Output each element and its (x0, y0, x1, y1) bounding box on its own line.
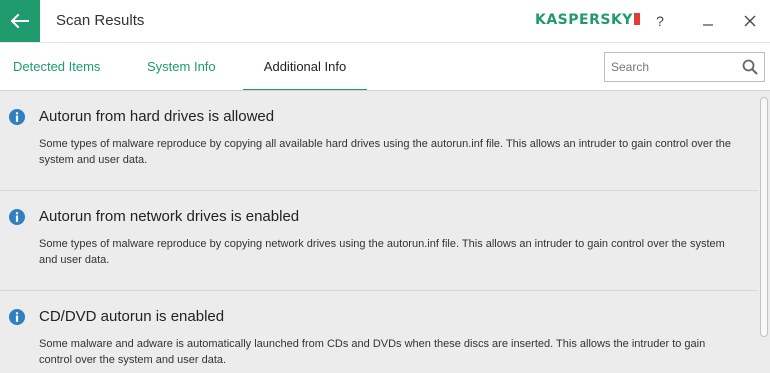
window-title: Scan Results (56, 12, 145, 29)
search-input[interactable] (605, 53, 745, 81)
search-box (604, 52, 765, 82)
item-description: Some types of malware reproduce by copyi… (39, 138, 731, 166)
help-button[interactable]: ? (650, 10, 670, 32)
search-icon[interactable] (742, 59, 758, 75)
back-button[interactable] (0, 0, 40, 42)
list-item: Autorun from hard drives is allowed Some… (0, 91, 758, 191)
item-title: Autorun from network drives is enabled (39, 208, 300, 225)
list-item: Autorun from network drives is enabled S… (0, 191, 758, 291)
item-description: Some malware and adware is automatically… (39, 338, 706, 366)
close-icon (744, 15, 756, 27)
scrollbar-thumb[interactable] (760, 97, 768, 337)
info-icon (9, 109, 25, 125)
list-item: CD/DVD autorun is enabled Some malware a… (0, 291, 758, 373)
close-button[interactable] (740, 10, 760, 32)
minimize-icon (703, 24, 713, 26)
tab-additional-info[interactable]: Additional Info (243, 43, 367, 91)
item-description: Some types of malware reproduce by copyi… (39, 238, 725, 266)
item-title: Autorun from hard drives is allowed (39, 108, 275, 125)
brand-lab-mark (633, 13, 640, 25)
item-title: CD/DVD autorun is enabled (39, 308, 225, 325)
results-list: Autorun from hard drives is allowed Some… (0, 90, 770, 373)
vertical-scrollbar[interactable] (758, 91, 770, 373)
tab-bar: Detected Items System Info Additional In… (0, 42, 770, 91)
info-icon (9, 309, 25, 325)
minimize-button[interactable] (698, 10, 718, 32)
tab-system-info[interactable]: System Info (147, 43, 216, 91)
brand-name: KASPERSKY (535, 12, 633, 28)
info-icon (9, 209, 25, 225)
tab-detected-items[interactable]: Detected Items (13, 43, 100, 91)
title-bar: Scan Results KASPERSKY ? (0, 0, 770, 42)
back-arrow-icon (11, 14, 29, 28)
kaspersky-logo: KASPERSKY (535, 12, 640, 28)
